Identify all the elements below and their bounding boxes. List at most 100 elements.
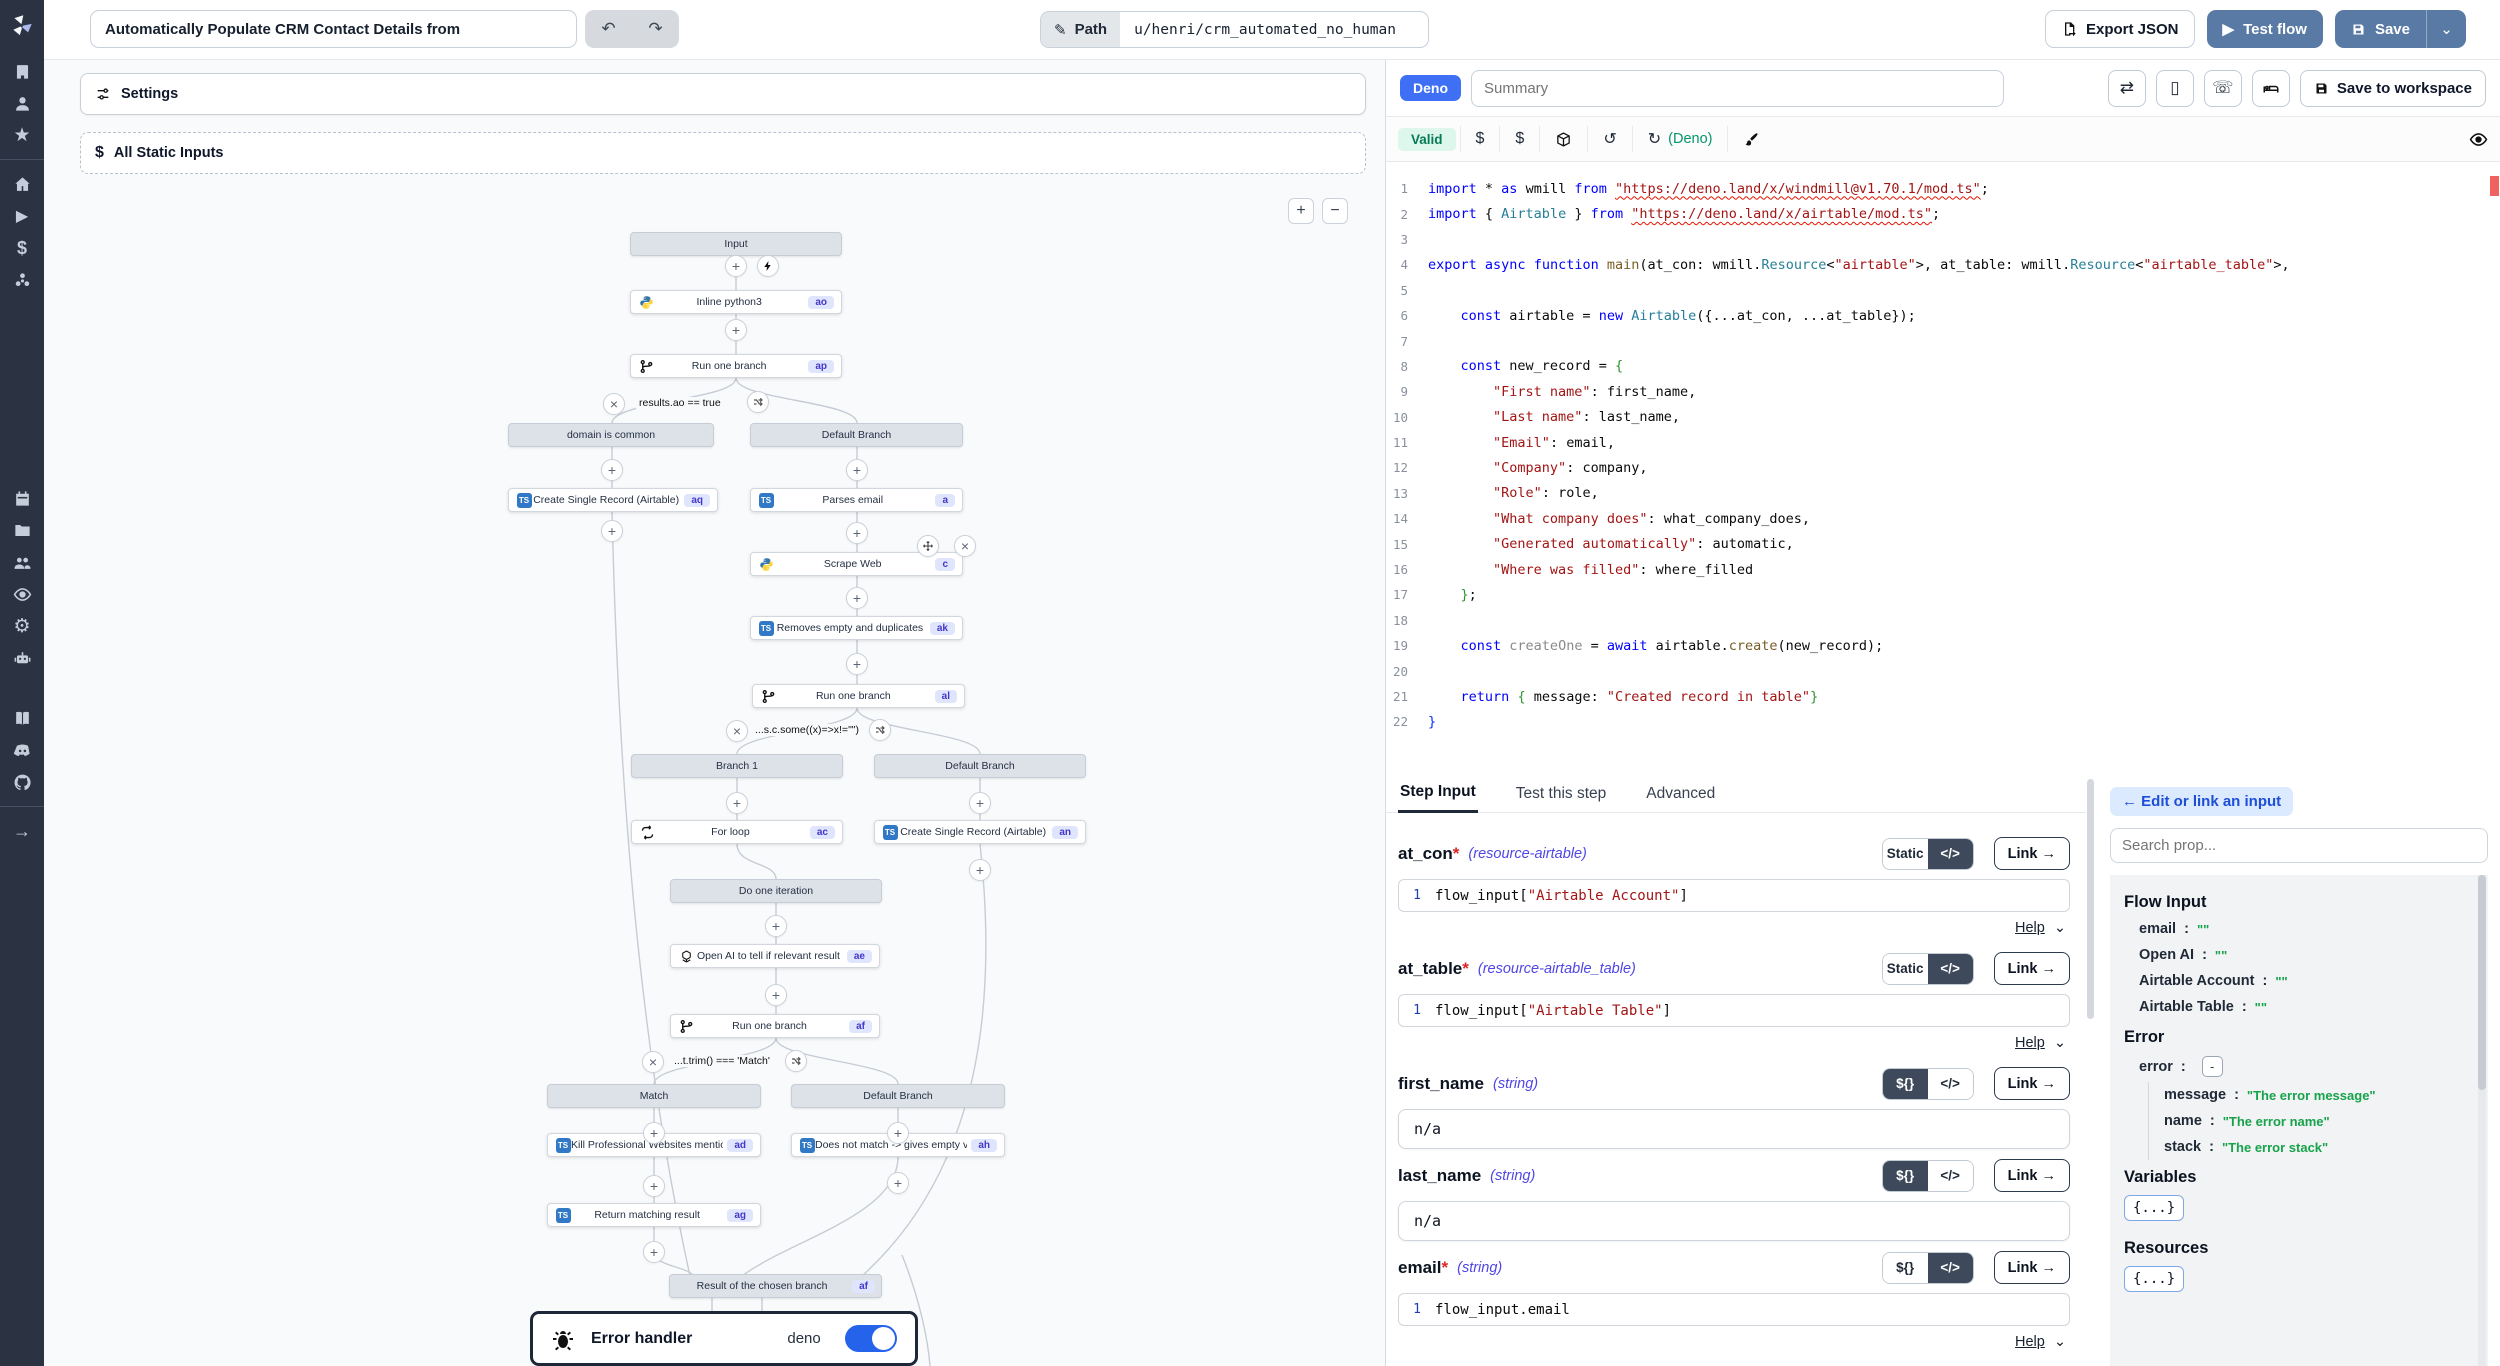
static-mode-button[interactable]: Static — [1883, 839, 1928, 869]
module-node[interactable]: TSCreate Single Record (Airtable)aq — [508, 488, 718, 512]
building-icon[interactable] — [0, 56, 44, 86]
add-step-button[interactable]: + — [643, 1241, 665, 1263]
module-node[interactable]: Inline python3ao — [630, 290, 842, 314]
code-editor[interactable]: 1import * as wmill from "https://deno.la… — [1386, 162, 2500, 773]
add-step-button[interactable]: + — [969, 859, 991, 881]
link-button[interactable]: Link → — [1994, 837, 2070, 870]
github-icon[interactable] — [0, 767, 44, 797]
prop-item[interactable]: message:"The error message" — [2149, 1082, 2474, 1108]
zoom-out-button[interactable]: − — [1322, 198, 1348, 224]
remove-condition-button[interactable]: × — [726, 720, 748, 742]
add-step-button[interactable]: + — [846, 653, 868, 675]
module-node[interactable]: Run one branchap — [630, 354, 842, 378]
undo-icon[interactable]: ↶ — [601, 19, 615, 39]
step-scrollbar[interactable] — [2086, 773, 2096, 1366]
star-icon[interactable]: ★ — [0, 120, 44, 150]
remove-condition-button[interactable]: × — [642, 1051, 664, 1073]
prop-item[interactable]: stack:"The error stack" — [2149, 1134, 2474, 1160]
move-node-icon[interactable] — [917, 535, 939, 557]
export-json-button[interactable]: Export JSON — [2045, 10, 2195, 48]
branch-header-node[interactable]: domain is common — [508, 423, 714, 447]
add-step-button[interactable]: + — [643, 1175, 665, 1197]
reload-runtime-button[interactable]: ↻ (Deno) — [1632, 126, 1728, 152]
add-step-button[interactable]: + — [601, 459, 623, 481]
template-mode-button[interactable]: ${} — [1883, 1161, 1928, 1191]
swap-branches-icon[interactable] — [747, 391, 769, 413]
tab-step-input[interactable]: Step Input — [1398, 783, 1478, 813]
resources-object-button[interactable]: {...} — [2124, 1266, 2184, 1292]
summary-input[interactable] — [1471, 70, 2004, 107]
discord-icon[interactable] — [0, 735, 44, 765]
add-step-button[interactable]: + — [725, 319, 747, 341]
folder-icon[interactable] — [0, 515, 44, 545]
users-icon[interactable] — [0, 547, 44, 577]
dollar-icon[interactable]: $ — [0, 233, 44, 263]
error-handler-node[interactable]: Error handler deno — [530, 1311, 918, 1366]
branch-header-node[interactable]: Default Branch — [750, 423, 963, 447]
static-mode-button[interactable]: Static — [1883, 954, 1928, 984]
gear-icon[interactable]: ⚙ — [0, 611, 44, 641]
branch-header-node[interactable]: Default Branch — [791, 1084, 1005, 1108]
play-icon[interactable]: ▶ — [0, 201, 44, 231]
zoom-in-button[interactable]: + — [1288, 198, 1314, 224]
test-flow-button[interactable]: ▶ Test flow — [2207, 10, 2323, 48]
branch-header-node[interactable]: Match — [547, 1084, 761, 1108]
webhook-button[interactable]: ☏ — [2204, 70, 2242, 107]
module-node[interactable]: Run one branchaf — [670, 1014, 880, 1038]
flow-settings-button[interactable]: Settings — [80, 73, 1366, 115]
edit-or-link-input-button[interactable]: ← Edit or link an input — [2110, 787, 2293, 816]
module-node[interactable]: Run one branchal — [752, 684, 965, 708]
template-mode-button[interactable]: ${} — [1883, 1253, 1928, 1283]
sync-button[interactable]: ⇄ — [2108, 70, 2146, 107]
module-node[interactable]: TSRemoves empty and duplicatesak — [750, 616, 963, 640]
value-input[interactable]: n/a — [1398, 1109, 2070, 1149]
resource-picker-button[interactable]: $ — [1499, 126, 1539, 152]
tab-advanced[interactable]: Advanced — [1644, 785, 1717, 812]
user-icon[interactable] — [0, 88, 44, 118]
add-step-button[interactable]: + — [765, 984, 787, 1006]
add-step-button[interactable]: + — [846, 459, 868, 481]
redo-icon[interactable]: ↷ — [648, 19, 662, 39]
mobile-view-button[interactable]: ▯ — [2156, 70, 2194, 107]
code-mode-button[interactable]: </> — [1928, 1253, 1973, 1283]
code-mode-button[interactable]: </> — [1928, 1161, 1973, 1191]
flow-title-input[interactable] — [90, 10, 577, 48]
branch-header-node[interactable]: Input — [630, 232, 842, 256]
branch-header-node[interactable]: Do one iteration — [670, 879, 882, 903]
remove-condition-button[interactable]: × — [603, 393, 625, 415]
robot-icon[interactable] — [0, 643, 44, 673]
save-to-workspace-button[interactable]: Save to workspace — [2300, 70, 2486, 107]
help-link[interactable]: Help — [2015, 920, 2045, 936]
module-node[interactable]: Open AI to tell if relevant resultae — [670, 944, 880, 968]
branch-header-node[interactable]: Result of the chosen branchaf — [669, 1274, 882, 1298]
add-step-button[interactable]: + — [726, 792, 748, 814]
sleep-button[interactable] — [2252, 70, 2290, 107]
add-step-button[interactable]: + — [969, 792, 991, 814]
save-dropdown-button[interactable]: ⌄ — [2426, 10, 2466, 48]
book-icon[interactable] — [0, 703, 44, 733]
link-button[interactable]: Link → — [1994, 1159, 2070, 1192]
windmill-logo-icon[interactable] — [0, 7, 44, 43]
lightning-icon[interactable] — [757, 255, 779, 277]
add-step-button[interactable]: + — [887, 1172, 909, 1194]
expression-editor[interactable]: 1flow_input.email — [1398, 1293, 2070, 1326]
add-step-button[interactable]: + — [846, 522, 868, 544]
error-root-item[interactable]: error : - — [2124, 1051, 2474, 1082]
prop-item[interactable]: Airtable Table:"" — [2124, 994, 2474, 1020]
prop-item[interactable]: Open AI:"" — [2124, 942, 2474, 968]
error-handler-toggle[interactable] — [845, 1325, 897, 1352]
module-node[interactable]: TSCreate Single Record (Airtable)an — [874, 820, 1086, 844]
help-link[interactable]: Help — [2015, 1035, 2045, 1051]
swap-branches-icon[interactable] — [785, 1050, 807, 1072]
tab-test-this-step[interactable]: Test this step — [1514, 785, 1608, 812]
add-step-button[interactable]: + — [765, 915, 787, 937]
preview-toggle-button[interactable] — [2469, 130, 2488, 149]
prop-scrollbar[interactable] — [2478, 875, 2486, 1366]
expression-editor[interactable]: 1flow_input["Airtable Account"] — [1398, 879, 2070, 912]
help-link[interactable]: Help — [2015, 1334, 2045, 1350]
variables-object-button[interactable]: {...} — [2124, 1195, 2184, 1221]
code-mode-button[interactable]: </> — [1928, 954, 1973, 984]
value-input[interactable]: n/a — [1398, 1201, 2070, 1241]
prop-item[interactable]: email:"" — [2124, 916, 2474, 942]
module-node[interactable]: For loopac — [631, 820, 843, 844]
